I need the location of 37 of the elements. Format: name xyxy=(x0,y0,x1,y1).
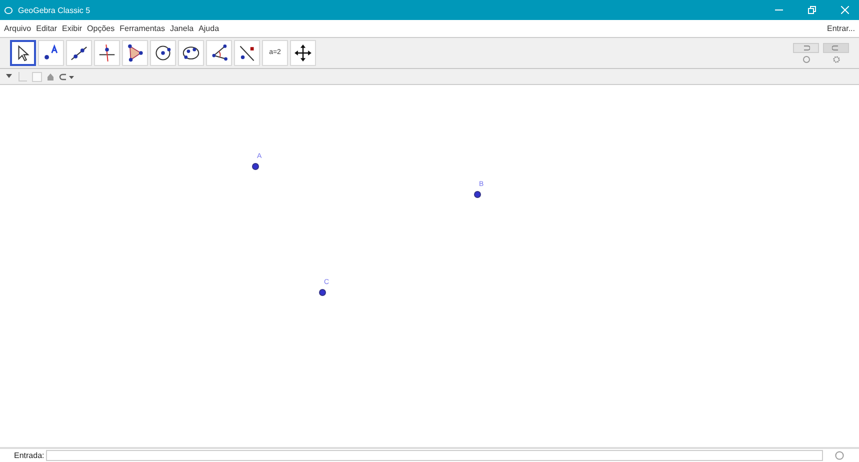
toggle-triangle-icon[interactable] xyxy=(6,74,12,79)
settings-icon[interactable] xyxy=(832,56,840,63)
close-icon xyxy=(841,6,849,14)
perpendicular-tool-button[interactable] xyxy=(94,40,120,66)
axes-toggle-icon[interactable] xyxy=(17,72,27,82)
circle-tool-button[interactable] xyxy=(150,40,176,66)
magnet-dropdown-icon[interactable] xyxy=(59,72,75,80)
app-logo-icon xyxy=(4,6,13,14)
reflect-tool-button[interactable] xyxy=(234,40,260,66)
input-label: Entrada: xyxy=(14,451,44,460)
move-arrows-icon xyxy=(292,42,314,64)
menu-item[interactable]: Editar xyxy=(36,24,58,33)
point-marker[interactable] xyxy=(252,162,258,170)
input-field[interactable] xyxy=(46,450,823,461)
redo-icon xyxy=(832,45,840,51)
sign-in-link[interactable]: Entrar... xyxy=(826,24,855,33)
line-tool-button[interactable] xyxy=(66,40,92,66)
point-marker[interactable] xyxy=(318,288,326,296)
undo-icon xyxy=(802,45,810,51)
menu-item[interactable]: Arquivo xyxy=(4,24,32,33)
grid-toggle-icon[interactable] xyxy=(32,72,42,82)
menu-item[interactable]: Janela xyxy=(170,24,194,33)
menu-item[interactable]: Exibir xyxy=(62,24,82,33)
help-icon[interactable] xyxy=(834,451,844,460)
menu-item[interactable]: Ajuda xyxy=(198,24,220,33)
menu-item[interactable]: Opções xyxy=(87,24,115,33)
undo-button[interactable] xyxy=(793,43,819,53)
menu-item[interactable]: Ferramentas xyxy=(120,24,165,33)
point-tool-button[interactable] xyxy=(38,40,64,66)
polygon-tool-button[interactable] xyxy=(122,40,148,66)
point-marker[interactable] xyxy=(474,190,480,198)
restore-icon xyxy=(808,6,816,14)
window-title: GeoGebra Classic 5 xyxy=(18,6,90,14)
move-tool-button[interactable] xyxy=(10,40,36,66)
pan-tool-button[interactable] xyxy=(290,40,316,66)
ellipse-tool-button[interactable] xyxy=(178,40,204,66)
angle-tool-button[interactable] xyxy=(206,40,232,66)
